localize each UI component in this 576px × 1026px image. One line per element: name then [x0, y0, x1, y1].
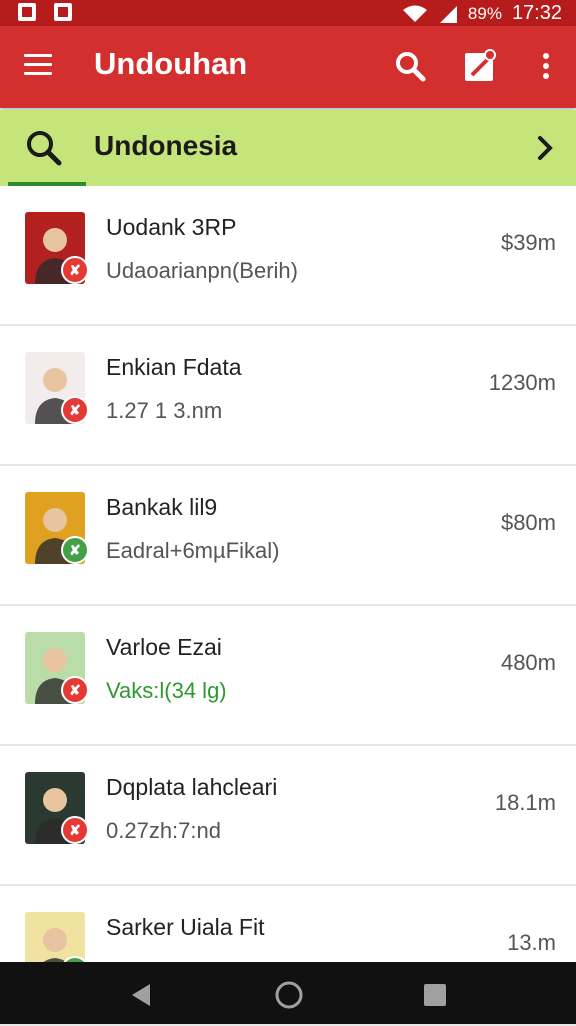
status-bar: 89% 17:32 — [0, 0, 576, 26]
back-icon[interactable] — [128, 982, 154, 1008]
item-subtitle: 0.27zh:7:nd — [106, 818, 221, 843]
search-icon — [27, 131, 62, 166]
item-title: Uodank 3RP — [106, 214, 237, 240]
item-size: $80m — [500, 510, 556, 535]
home-icon[interactable] — [274, 980, 304, 1010]
signal-icon — [439, 5, 457, 23]
overflow-menu-icon[interactable] — [528, 48, 564, 84]
item-thumbnail: ✘ — [25, 352, 89, 424]
search-bar[interactable]: Undonesia — [0, 110, 576, 186]
list-item[interactable]: ✘ Bankak lil9 Eadral+6mµFikal) $80m — [0, 466, 576, 606]
list-item[interactable]: ✘ Dqplata lahcleari 0.27zh:7:nd 18.1m — [0, 746, 576, 886]
status-badge-icon: ✘ — [61, 816, 89, 844]
edit-icon[interactable] — [462, 48, 498, 84]
item-thumbnail: ✘ — [25, 212, 89, 284]
item-thumbnail: ✘ — [25, 492, 89, 564]
item-subtitle: Vaks:l(34 lg) — [106, 678, 227, 703]
item-title: Enkian Fdata — [106, 354, 242, 380]
item-title: Varloe Ezai — [106, 634, 222, 660]
recents-icon[interactable] — [422, 982, 448, 1008]
menu-icon[interactable] — [24, 54, 52, 76]
item-title: Sarker Uiala Fit — [106, 914, 265, 940]
item-size: 480m — [500, 650, 556, 675]
search-query[interactable]: Undonesia — [94, 130, 237, 162]
item-size: 1230m — [488, 370, 556, 395]
image-notification-icon — [54, 3, 72, 21]
download-list: ✘ Uodank 3RP Udaoarianpn(Berih) $39m ✘ Enkian… — [0, 186, 576, 1026]
list-item[interactable]: ✘ Uodank 3RP Udaoarianpn(Berih) $39m — [0, 186, 576, 326]
item-title: Bankak lil9 — [106, 494, 218, 520]
item-size: 18.1m — [494, 790, 556, 815]
app-title: Undouhan — [94, 46, 248, 81]
battery-level: 89% — [467, 3, 502, 23]
navigation-bar — [0, 962, 576, 1024]
status-badge-icon: ✘ — [61, 536, 89, 564]
list-item[interactable]: ✘ Varloe Ezai Vaks:l(34 lg) 480m — [0, 606, 576, 746]
status-badge-icon: ✘ — [61, 676, 89, 704]
item-subtitle: Eadral+6mµFikal) — [106, 538, 280, 563]
item-thumbnail: ✘ — [25, 772, 89, 844]
status-badge-icon: ✘ — [61, 396, 89, 424]
chevron-right-icon[interactable] — [532, 134, 560, 162]
status-badge-icon: ✘ — [61, 256, 89, 284]
list-item[interactable]: ✘ Enkian Fdata 1.27 1 3.nm 1230m — [0, 326, 576, 466]
item-size: $39m — [500, 230, 556, 255]
item-size: 13.m — [507, 930, 556, 955]
item-title: Dqplata lahcleari — [106, 774, 278, 800]
wifi-icon — [402, 5, 427, 22]
clock: 17:32 — [511, 2, 562, 24]
search-icon[interactable] — [392, 48, 428, 84]
item-subtitle: 1.27 1 3.nm — [106, 398, 223, 423]
notification-icon — [18, 3, 36, 21]
app-bar: Undouhan — [0, 26, 576, 108]
item-subtitle: Udaoarianpn(Berih) — [106, 258, 298, 283]
item-thumbnail: ✘ — [25, 632, 89, 704]
